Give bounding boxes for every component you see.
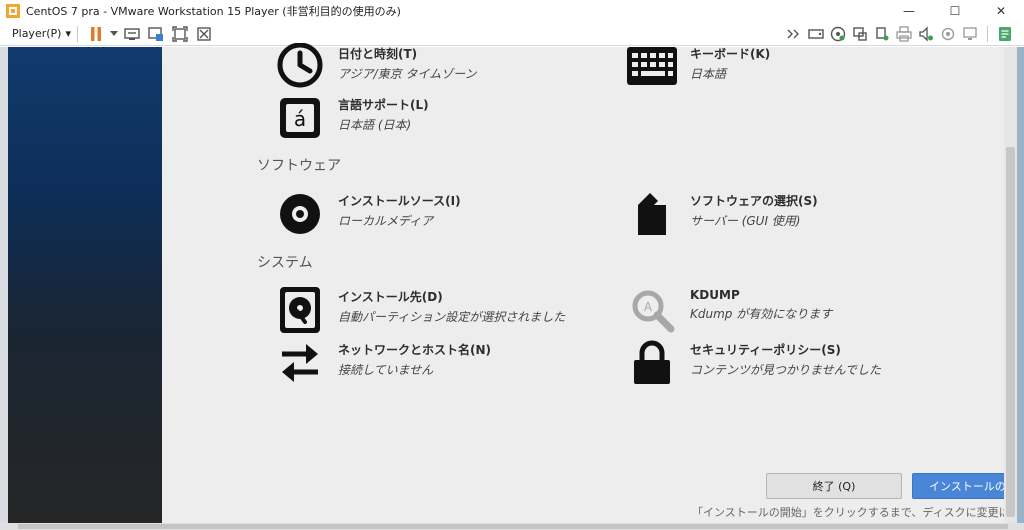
svg-text:á: á (294, 107, 306, 131)
spoke-datetime-title: 日付と時刻(T) (338, 47, 418, 61)
close-button[interactable]: ✕ (978, 0, 1024, 22)
cd-dvd-device-icon[interactable] (830, 26, 846, 42)
spoke-source-title: インストールソース(I) (338, 194, 461, 208)
spoke-kdump[interactable]: A KDUMP Kdump が有効になります (626, 286, 832, 334)
section-title-system: システム (257, 255, 313, 271)
spoke-destination-status: 自動パーティション設定が選択されました (338, 310, 566, 324)
player-menu[interactable]: Player(P) ▾ (12, 27, 71, 40)
spoke-software-status: サーバー (GUI 使用) (690, 214, 801, 228)
spoke-keyboard-title: キーボード(K) (690, 47, 771, 61)
spoke-keyboard-status: 日本語 (690, 67, 727, 81)
spoke-keyboard[interactable]: キーボード(K) 日本語 (626, 43, 770, 91)
usb-device-icon[interactable] (874, 26, 890, 42)
scrollbar-thumb[interactable] (1006, 147, 1015, 517)
quit-button[interactable]: 終了 (Q) (766, 473, 902, 499)
spoke-language-status: 日本語 (日本) (338, 118, 412, 132)
sound-card-icon[interactable] (918, 26, 934, 42)
search-icon: A (626, 286, 678, 334)
player-toolbar: Player(P) ▾ (0, 22, 1024, 46)
vmware-player-window: CentOS 7 pra - VMware Workstation 15 Pla… (0, 0, 1024, 530)
exit-unity-icon[interactable] (196, 26, 212, 42)
guest-screen[interactable]: 日付と時刻(T) アジア/東京 タイムゾーン キーボード(K) 日本語 á 言語… (0, 43, 1024, 523)
pause-icon[interactable] (88, 26, 104, 42)
section-title-software: ソフトウェア (257, 158, 341, 174)
unity-mode-icon[interactable] (148, 26, 164, 42)
spoke-language[interactable]: á 言語サポート(L) 日本語 (日本) (274, 94, 429, 142)
spoke-destination-title: インストール先(D) (338, 290, 443, 304)
installation-summary-hub: 日付と時刻(T) アジア/東京 タイムゾーン キーボード(K) 日本語 á 言語… (162, 43, 1022, 523)
minimize-button[interactable]: — (886, 0, 932, 22)
installer-sidebar (0, 47, 162, 523)
vmware-app-icon (6, 4, 20, 18)
full-screen-icon[interactable] (172, 25, 188, 42)
pause-dropdown-icon[interactable] (109, 26, 118, 42)
camera-device-icon[interactable] (940, 26, 956, 42)
spoke-datetime-status: アジア/東京 タイムゾーン (338, 67, 477, 81)
horizontal-scrollbar[interactable] (0, 523, 1024, 530)
language-icon: á (274, 94, 326, 142)
svg-text:A: A (644, 300, 653, 314)
begin-installation-button[interactable]: インストールの開始(B) (912, 473, 1012, 499)
window-title: CentOS 7 pra - VMware Workstation 15 Pla… (26, 5, 401, 18)
lock-icon (626, 339, 678, 387)
host-desktop-edge (1017, 47, 1024, 523)
spoke-install-source[interactable]: インストールソース(I) ローカルメディア (274, 190, 461, 238)
horizontal-scrollbar-thumb[interactable] (18, 524, 1008, 529)
spoke-install-destination[interactable]: インストール先(D) 自動パーティション設定が選択されました (274, 286, 565, 334)
toolbar-divider (76, 25, 78, 42)
spoke-language-title: 言語サポート(L) (338, 98, 429, 112)
disc-icon (274, 190, 326, 238)
title-bar: CentOS 7 pra - VMware Workstation 15 Pla… (0, 0, 1024, 22)
spoke-network-status: 接続していません (338, 363, 434, 377)
send-ctrl-alt-del-icon[interactable] (124, 26, 140, 42)
clock-icon (274, 43, 326, 91)
spoke-software-title: ソフトウェアの選択(S) (690, 194, 818, 208)
vertical-scrollbar[interactable] (1004, 47, 1017, 523)
spoke-security-status: コンテンツが見つかりませんでした (690, 363, 882, 377)
message-log-icon[interactable] (997, 26, 1013, 42)
package-icon (626, 190, 678, 238)
device-icons (783, 26, 1016, 42)
spoke-security-title: セキュリティーポリシー(S) (690, 343, 841, 357)
spoke-network-hostname[interactable]: ネットワークとホスト名(N) 接続していません (274, 339, 491, 387)
spoke-datetime[interactable]: 日付と時刻(T) アジア/東京 タイムゾーン (274, 43, 477, 91)
network-adapter-icon[interactable] (852, 26, 868, 42)
spoke-network-title: ネットワークとホスト名(N) (338, 343, 492, 357)
spoke-kdump-title: KDUMP (690, 288, 740, 302)
display-device-icon[interactable] (962, 26, 978, 42)
toolbar-divider-right (987, 26, 988, 42)
network-arrows-icon (274, 339, 326, 387)
chevron-down-icon: ▾ (65, 27, 71, 40)
spoke-source-status: ローカルメディア (338, 214, 434, 228)
spoke-kdump-status: Kdump が有効になります (690, 307, 833, 321)
spoke-software-selection[interactable]: ソフトウェアの選択(S) サーバー (GUI 使用) (626, 190, 818, 238)
printer-icon[interactable] (896, 26, 912, 42)
keyboard-icon (626, 43, 678, 91)
window-controls: — ☐ ✕ (886, 0, 1024, 22)
host-desktop-strip (0, 47, 8, 523)
maximize-button[interactable]: ☐ (932, 0, 978, 22)
expand-icon[interactable] (786, 26, 802, 42)
player-menu-label: Player(P) (12, 27, 62, 40)
hard-disk-device-icon[interactable] (808, 26, 824, 42)
spoke-security-policy[interactable]: セキュリティーポリシー(S) コンテンツが見つかりませんでした (626, 339, 881, 387)
harddisk-icon (274, 286, 326, 334)
installation-notice: 「インストールの開始」をクリックするまで、ディスクに変更は行われません。 (692, 506, 1022, 519)
